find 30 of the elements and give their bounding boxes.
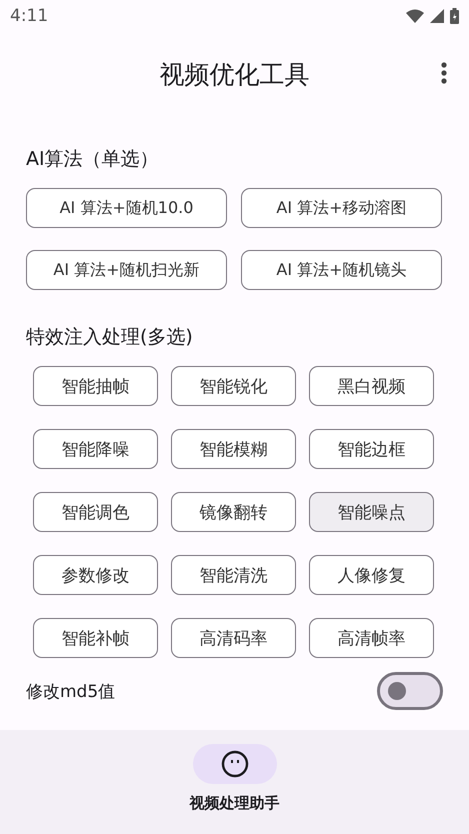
signal-icon (430, 9, 444, 23)
effect-chip[interactable]: 智能补帧 (33, 618, 158, 658)
effect-chip[interactable]: 人像修复 (309, 555, 434, 595)
effect-chip[interactable]: 黑白视频 (309, 366, 434, 406)
battery-icon (450, 8, 459, 24)
algorithm-option[interactable]: AI 算法+随机10.0 (26, 188, 227, 228)
face-circle-icon (220, 750, 248, 778)
effect-chip[interactable]: 镜像翻转 (171, 492, 296, 532)
algorithm-option[interactable]: AI 算法+移动溶图 (241, 188, 442, 228)
more-menu-icon[interactable] (441, 62, 447, 84)
effect-chip[interactable]: 智能清洗 (171, 555, 296, 595)
effect-chip[interactable]: 智能调色 (33, 492, 158, 532)
effect-chip[interactable]: 参数修改 (33, 555, 158, 595)
algorithm-option[interactable]: AI 算法+随机镜头 (241, 250, 442, 290)
effect-chip[interactable]: 高清码率 (171, 618, 296, 658)
section-title: 特效注入处理(多选) (26, 325, 194, 350)
effect-chip[interactable]: 智能降噪 (33, 429, 158, 469)
section-title: AI算法（单选） (26, 147, 160, 172)
md5-switch[interactable] (377, 672, 443, 710)
effect-chip[interactable]: 智能噪点 (309, 492, 434, 532)
effect-chip[interactable]: 智能抽帧 (33, 366, 158, 406)
effect-chip[interactable]: 高清帧率 (309, 618, 434, 658)
effect-chip[interactable]: 智能边框 (309, 429, 434, 469)
wifi-icon (406, 9, 424, 23)
effect-chip[interactable]: 智能模糊 (171, 429, 296, 469)
status-time: 4:11 (10, 6, 48, 26)
app-title: 视频优化工具 (160, 58, 310, 90)
effect-chip[interactable]: 智能锐化 (171, 366, 296, 406)
algorithm-option[interactable]: AI 算法+随机扫光新 (26, 250, 227, 290)
switch-label: 修改md5值 (26, 680, 116, 702)
